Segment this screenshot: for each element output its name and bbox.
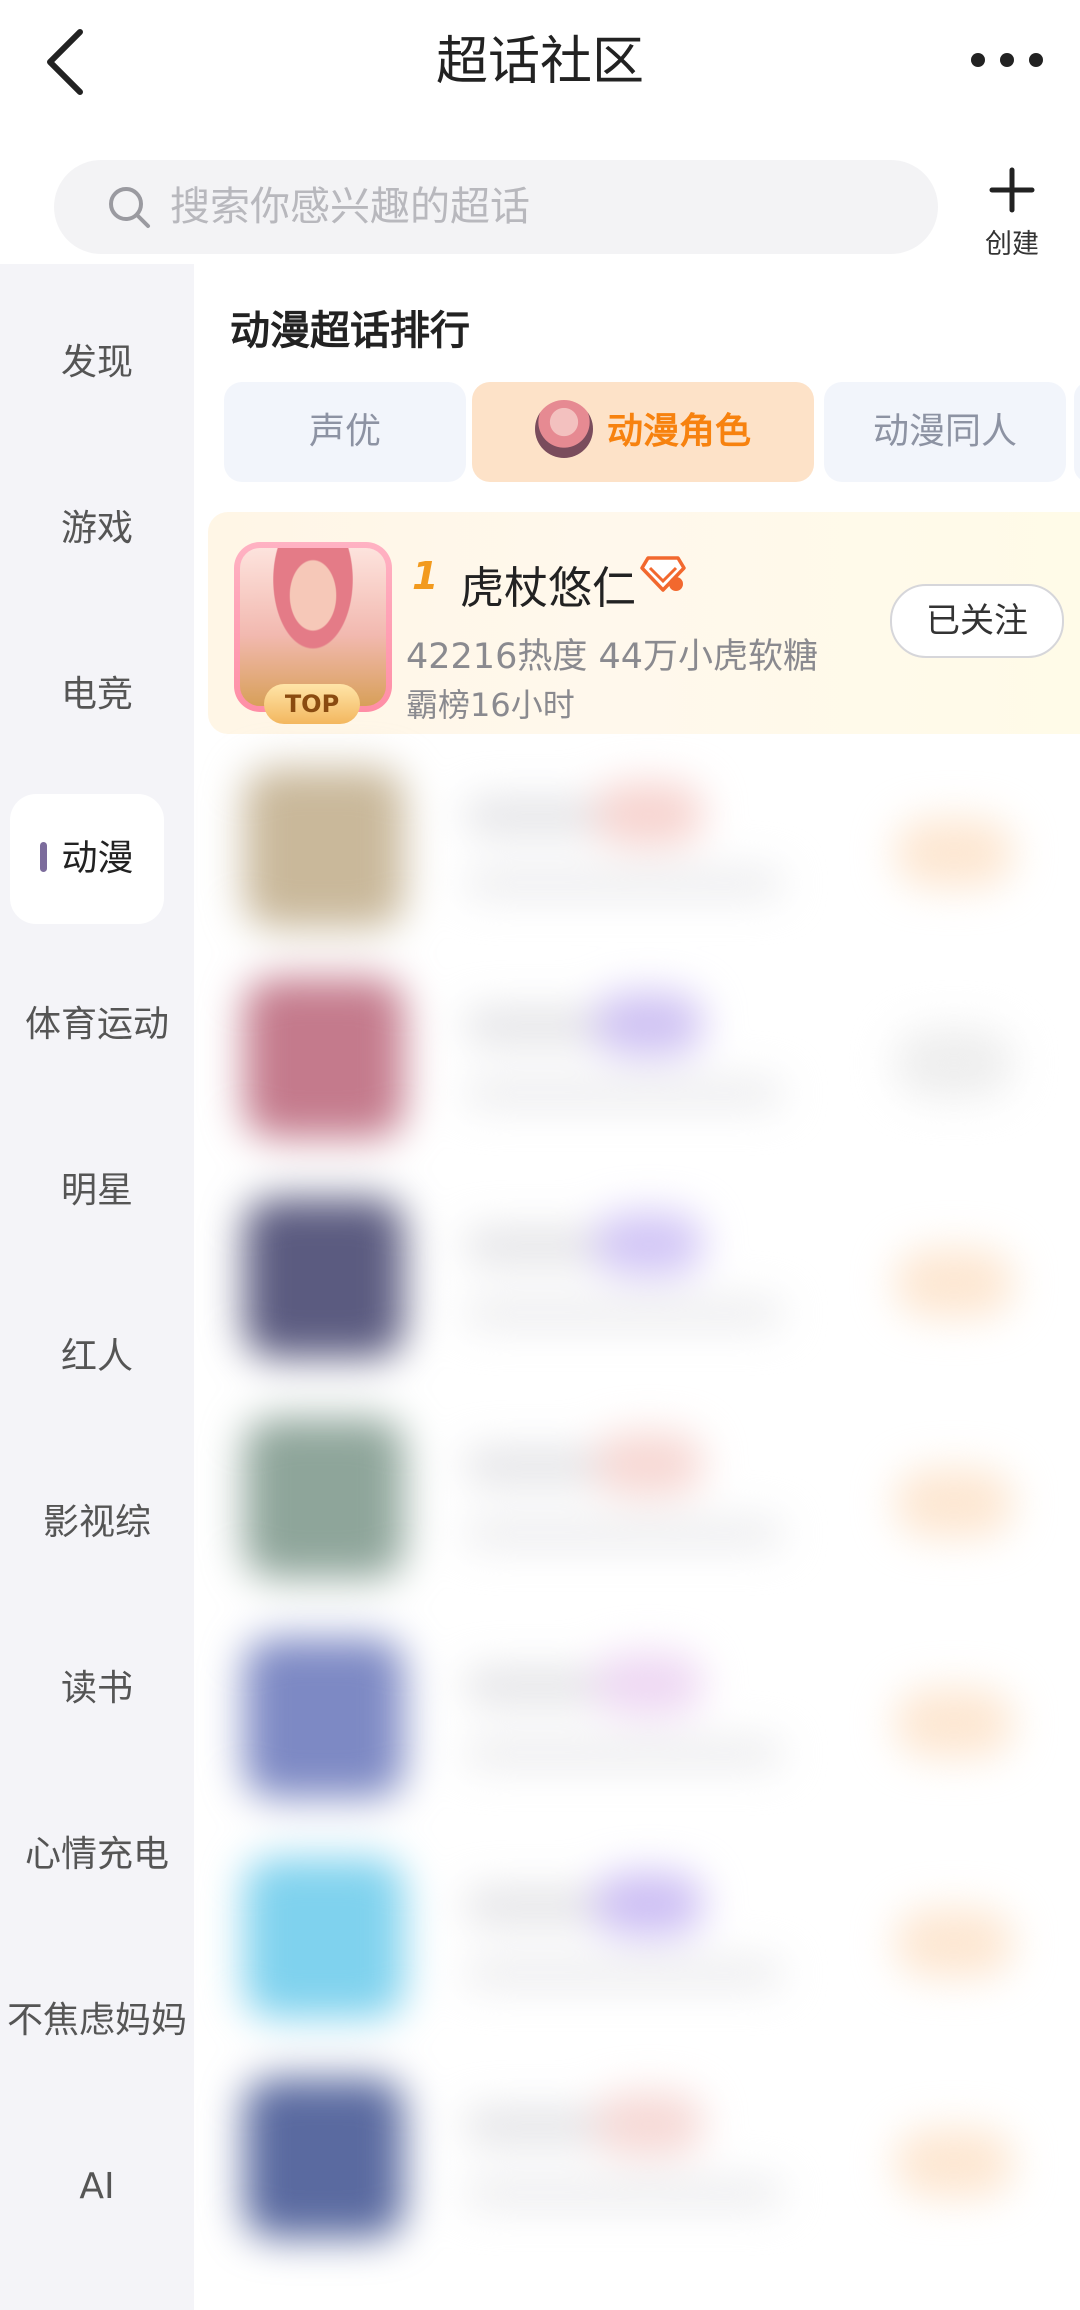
placeholder-tag (594, 1212, 704, 1276)
placeholder-tag (594, 2092, 704, 2156)
sidebar-item-influencers[interactable]: 红人 (0, 1292, 194, 1422)
tab-anime-characters[interactable]: 动漫角色 (472, 382, 814, 482)
tab-label: 声优 (308, 411, 381, 452)
placeholder-line (464, 1298, 784, 1328)
search-icon (109, 187, 150, 228)
sidebar-item-games[interactable]: 游戏 (0, 464, 194, 594)
list-item[interactable] (214, 1408, 1064, 1588)
topic-stats: 42216热度 44万小虎软糖 (406, 637, 819, 677)
list-item[interactable] (214, 1628, 1064, 1808)
section-title: 动漫超话排行 (230, 308, 470, 354)
topic-note: 霸榜16小时 (406, 686, 575, 724)
list-item[interactable] (214, 1848, 1064, 2028)
list-item[interactable] (214, 758, 1064, 938)
search-input[interactable]: 搜索你感兴趣的超话 (170, 160, 870, 254)
placeholder-button (894, 1908, 1014, 1978)
sidebar-item-sports[interactable]: 体育运动 (0, 960, 194, 1090)
tab-avatar-icon (534, 400, 593, 458)
diamond-badge-icon (640, 556, 686, 592)
placeholder-tag (594, 782, 704, 846)
placeholder-button (894, 818, 1014, 888)
more-dots-icon (971, 53, 1043, 67)
category-sidebar: 发现 游戏 电竞 动漫 体育运动 明星 红人 影视综 读书 心情充电 不焦虑妈妈… (0, 264, 194, 2310)
placeholder-line (464, 1958, 784, 1988)
main-content: 动漫超话排行 声优 动漫角色 动漫同人 TOP 1 虎杖悠仁 42216热度 4… (194, 264, 1080, 2310)
tab-anime-fanworks[interactable]: 动漫同人 (824, 382, 1066, 482)
placeholder-line (464, 1738, 784, 1768)
placeholder-line (464, 1078, 784, 1108)
sidebar-item-anime[interactable]: 动漫 (10, 794, 164, 924)
avatar (244, 1198, 404, 1358)
placeholder-tag (594, 1432, 704, 1496)
sidebar-item-moms[interactable]: 不焦虑妈妈 (0, 1956, 194, 2086)
search-box[interactable]: 搜索你感兴趣的超话 (54, 160, 938, 254)
placeholder-line (464, 868, 784, 898)
top-bar: 超话社区 (0, 0, 1080, 125)
placeholder-tag (594, 992, 704, 1056)
avatar (244, 768, 404, 928)
placeholder-line (464, 1518, 784, 1548)
follow-button[interactable]: 已关注 (890, 584, 1064, 658)
sidebar-item-esports[interactable]: 电竞 (0, 630, 194, 760)
top-badge: TOP (264, 684, 360, 724)
rank-item-top[interactable]: TOP 1 虎杖悠仁 42216热度 44万小虎软糖 霸榜16小时 已关注 (208, 512, 1080, 734)
blurred-list (194, 738, 1080, 2310)
tab-label: 动漫同人 (872, 411, 1017, 452)
avatar (244, 978, 404, 1138)
page-title: 超话社区 (435, 32, 644, 92)
placeholder-tag (594, 1652, 704, 1716)
placeholder-button (894, 1468, 1014, 1538)
sidebar-item-discover[interactable]: 发现 (0, 298, 194, 428)
avatar (244, 1418, 404, 1578)
avatar-image (240, 548, 386, 706)
rank-number: 1 (412, 554, 439, 598)
sidebar-item-reading[interactable]: 读书 (0, 1624, 194, 1754)
sidebar-item-label: 动漫 (61, 838, 134, 879)
sidebar-item-film-tv[interactable]: 影视综 (0, 1458, 194, 1588)
create-label: 创建 (985, 229, 1039, 260)
placeholder-button (894, 1248, 1014, 1318)
tab-label: 动漫角色 (606, 411, 751, 452)
avatar (244, 1638, 404, 1798)
placeholder-button (894, 1688, 1014, 1758)
more-button[interactable] (962, 28, 1052, 98)
placeholder-button (894, 1028, 1014, 1098)
avatar (244, 2078, 404, 2238)
tab-overflow[interactable] (1074, 382, 1080, 482)
list-item[interactable] (214, 968, 1064, 1148)
search-row: 搜索你感兴趣的超话 创建 (0, 124, 1080, 264)
tab-voice-actors[interactable]: 声优 (224, 382, 466, 482)
avatar (244, 1858, 404, 2018)
placeholder-button (894, 2128, 1014, 2198)
list-item[interactable] (214, 1188, 1064, 1368)
placeholder-tag (594, 1872, 704, 1936)
sidebar-item-ai[interactable]: AI (0, 2122, 194, 2252)
topic-name[interactable]: 虎杖悠仁 (460, 552, 636, 616)
list-item[interactable] (214, 2068, 1064, 2248)
placeholder-line (464, 2178, 784, 2208)
plus-icon (989, 167, 1035, 213)
sidebar-item-mood[interactable]: 心情充电 (0, 1790, 194, 1920)
create-button[interactable]: 创建 (972, 164, 1052, 264)
active-indicator (40, 842, 48, 872)
sidebar-item-stars[interactable]: 明星 (0, 1126, 194, 1256)
